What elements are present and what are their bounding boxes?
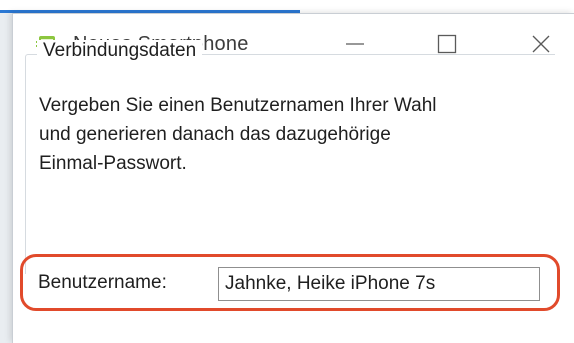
instruction-line: und generieren danach das dazugehörige xyxy=(39,124,391,145)
username-input[interactable] xyxy=(218,267,540,301)
instruction-text: Vergeben Sie einen Benutzernamen Ihrer W… xyxy=(39,91,559,178)
instruction-line: Einmal-Passwort. xyxy=(39,153,187,174)
groupbox-legend: Verbindungsdaten xyxy=(37,40,203,62)
instruction-line: Vergeben Sie einen Benutzernamen Ihrer W… xyxy=(39,95,437,116)
username-label: Benutzername: xyxy=(38,272,167,293)
background-window-edge xyxy=(0,10,12,343)
